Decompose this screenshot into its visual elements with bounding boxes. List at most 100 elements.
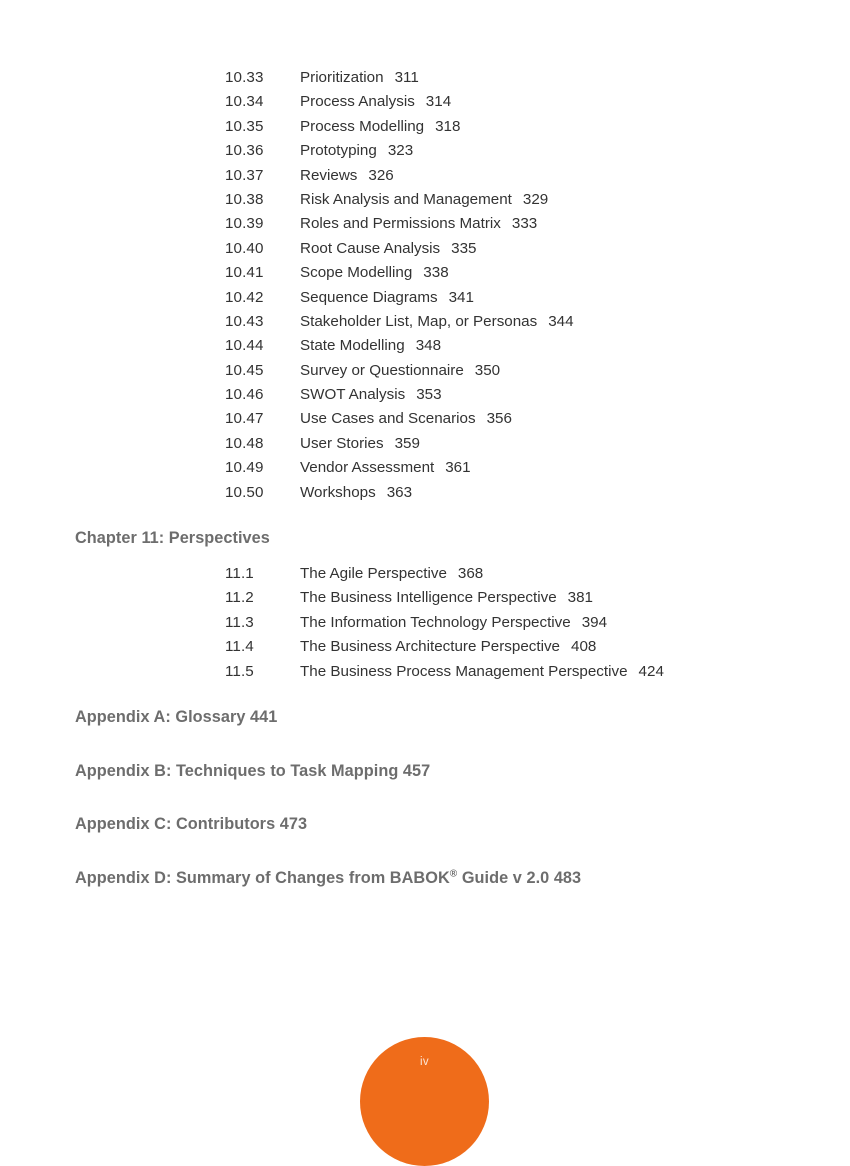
toc-entry-page: 368 bbox=[457, 565, 484, 582]
toc-entry-number: 10.50 bbox=[225, 483, 264, 501]
toc-entry-page: 318 bbox=[435, 117, 461, 135]
toc-entry-row[interactable]: 10.42 Sequence Diagrams 341 bbox=[0, 286, 850, 310]
toc-entry-row[interactable]: 11.2 The Business Intelligence Perspectiv… bbox=[0, 586, 850, 610]
toc-entry-title: Reviews bbox=[300, 166, 358, 184]
toc-entry-number: 10.40 bbox=[225, 239, 264, 257]
toc-entry-number: 10.33 bbox=[225, 69, 264, 86]
toc-entry-row[interactable]: 10.47 Use Cases and Scenarios 356 bbox=[0, 407, 850, 431]
toc-entry-page: 311 bbox=[394, 69, 419, 86]
toc-entry-row[interactable]: 10.45 Survey or Questionnaire 350 bbox=[0, 359, 850, 383]
toc-entry-number: 10.49 bbox=[225, 459, 264, 477]
toc-entry-row[interactable]: 10.46 SWOT Analysis 353 bbox=[0, 383, 850, 407]
toc-entry-row[interactable]: 10.48 User Stories 359 bbox=[0, 432, 850, 456]
toc-entry-row[interactable]: 11.3 The Information Technology Perspecti… bbox=[0, 611, 850, 635]
toc-entry-row[interactable]: 10.33 Prioritization 311 bbox=[0, 66, 850, 90]
toc-entry-title: Prioritization bbox=[300, 69, 384, 86]
toc-entry-title: Roles and Permissions Matrix bbox=[300, 215, 501, 233]
toc-entry-page: 350 bbox=[474, 361, 501, 379]
toc-entry-title: Use Cases and Scenarios bbox=[300, 410, 476, 428]
toc-entry-number: 10.42 bbox=[225, 288, 264, 306]
toc-entry-row[interactable]: 11.4 The Business Architecture Perspectiv… bbox=[0, 635, 850, 659]
toc-entry-row[interactable]: 10.44 State Modelling 348 bbox=[0, 334, 850, 358]
toc-entry-title: Workshops bbox=[300, 483, 376, 501]
toc-entry-number: 10.45 bbox=[225, 361, 264, 379]
heading-appendix-d[interactable]: Appendix D: Summary of Changes from BABO… bbox=[75, 869, 581, 888]
toc-entry-title: Sequence Diagrams bbox=[300, 288, 438, 306]
toc-entry-number: 10.41 bbox=[225, 264, 264, 282]
toc-entry-title: Stakeholder List, Map, or Personas bbox=[300, 312, 538, 330]
toc-entry-number: 10.35 bbox=[225, 117, 264, 135]
toc-entry-title: Scope Modelling bbox=[300, 264, 413, 282]
toc-entry-title: Survey or Questionnaire bbox=[300, 361, 464, 379]
toc-entry-row[interactable]: 10.36 Prototyping 323 bbox=[0, 139, 850, 163]
toc-entry-page: 394 bbox=[581, 613, 608, 631]
toc-entry-row[interactable]: 10.35 Process Modelling 318 bbox=[0, 115, 850, 139]
appendix-d-suffix: Guide v 2.0 483 bbox=[457, 869, 582, 887]
toc-entry-page: 348 bbox=[415, 337, 442, 355]
toc-entry-number: 10.36 bbox=[225, 142, 264, 160]
toc-entry-page: 341 bbox=[448, 288, 474, 306]
toc-entry-row[interactable]: 10.50 Workshops 363 bbox=[0, 481, 850, 505]
toc-entry-page: 424 bbox=[638, 662, 664, 680]
toc-entry-title: The Business Process Management Perspect… bbox=[300, 662, 628, 680]
toc-entry-number: 11.5 bbox=[225, 662, 254, 680]
toc-entry-row[interactable]: 10.49 Vendor Assessment 361 bbox=[0, 456, 850, 480]
toc-entry-title: State Modelling bbox=[300, 337, 405, 355]
toc-entry-row[interactable]: 10.34 Process Analysis 314 bbox=[0, 90, 850, 114]
toc-entry-row[interactable]: 10.39 Roles and Permissions Matrix 333 bbox=[0, 212, 850, 236]
toc-entry-number: 10.43 bbox=[225, 312, 264, 330]
toc-entry-page: 329 bbox=[522, 190, 549, 208]
toc-entry-page: 326 bbox=[368, 166, 394, 184]
toc-entry-row[interactable]: 10.41 Scope Modelling 338 bbox=[0, 261, 850, 285]
toc-entry-page: 333 bbox=[511, 215, 538, 233]
toc-entry-title: Root Cause Analysis bbox=[300, 239, 441, 257]
page-number-label: iv bbox=[420, 1056, 429, 1068]
toc-entry-title: User Stories bbox=[300, 434, 384, 452]
toc-entry-title: Vendor Assessment bbox=[300, 459, 435, 477]
heading-appendix-c[interactable]: Appendix C: Contributors 473 bbox=[75, 815, 307, 834]
toc-entry-number: 10.37 bbox=[225, 166, 264, 184]
toc-entry-page: 353 bbox=[416, 386, 442, 404]
toc-entry-page: 314 bbox=[425, 93, 452, 111]
toc-entry-page: 381 bbox=[567, 589, 593, 607]
toc-entry-title: Process Analysis bbox=[300, 93, 415, 111]
toc-entry-title: The Agile Perspective bbox=[300, 565, 447, 582]
toc-entry-number: 10.39 bbox=[225, 215, 264, 233]
toc-entry-page: 344 bbox=[548, 312, 574, 330]
toc-entry-number: 11.2 bbox=[225, 589, 254, 607]
toc-page: 10.33 Prioritization 311 10.34 Process Analy… bbox=[0, 0, 850, 1166]
toc-entry-title: The Information Technology Perspective bbox=[300, 613, 571, 631]
heading-appendix-a[interactable]: Appendix A: Glossary 441 bbox=[75, 708, 277, 727]
appendix-d-prefix: Appendix D: Summary of Changes from BABO… bbox=[75, 869, 450, 887]
toc-entry-row[interactable]: 10.43 Stakeholder List, Map, or Personas 3… bbox=[0, 310, 850, 334]
heading-appendix-b[interactable]: Appendix B: Techniques to Task Mapping 4… bbox=[75, 762, 430, 781]
toc-entry-row[interactable]: 10.40 Root Cause Analysis 335 bbox=[0, 237, 850, 261]
toc-entry-number: 10.47 bbox=[225, 410, 264, 428]
toc-entry-row[interactable]: 10.37 Reviews 326 bbox=[0, 164, 850, 188]
toc-entry-number: 10.48 bbox=[225, 434, 264, 452]
toc-entry-page: 408 bbox=[571, 638, 597, 656]
toc-entry-page: 359 bbox=[394, 434, 420, 452]
toc-entry-title: Process Modelling bbox=[300, 117, 425, 135]
toc-entry-page: 356 bbox=[486, 410, 512, 428]
toc-entry-row[interactable]: 11.1 The Agile Perspective 368 bbox=[0, 562, 850, 586]
toc-entry-page: 361 bbox=[445, 459, 471, 477]
toc-entry-title: The Business Intelligence Perspective bbox=[300, 589, 557, 607]
page-number-badge: iv bbox=[360, 1037, 489, 1166]
toc-entry-number: 11.1 bbox=[225, 565, 254, 582]
toc-entry-number: 10.44 bbox=[225, 337, 264, 355]
toc-entry-page: 363 bbox=[386, 483, 413, 501]
toc-entry-title: The Business Architecture Perspective bbox=[300, 638, 560, 656]
toc-entry-page: 335 bbox=[451, 239, 477, 257]
toc-entry-row[interactable]: 10.38 Risk Analysis and Management 329 bbox=[0, 188, 850, 212]
toc-entry-row[interactable]: 11.5 The Business Process Management Pers… bbox=[0, 660, 850, 684]
toc-entry-number: 10.38 bbox=[225, 190, 264, 208]
toc-entry-page: 338 bbox=[423, 264, 449, 282]
heading-chapter-11[interactable]: Chapter 11: Perspectives bbox=[75, 529, 270, 548]
toc-entry-number: 11.3 bbox=[225, 613, 254, 631]
toc-entry-title: Prototyping bbox=[300, 142, 377, 160]
toc-entry-number: 11.4 bbox=[225, 638, 254, 656]
toc-entry-number: 10.46 bbox=[225, 386, 264, 404]
toc-entry-title: SWOT Analysis bbox=[300, 386, 406, 404]
toc-entry-page: 323 bbox=[387, 142, 414, 160]
